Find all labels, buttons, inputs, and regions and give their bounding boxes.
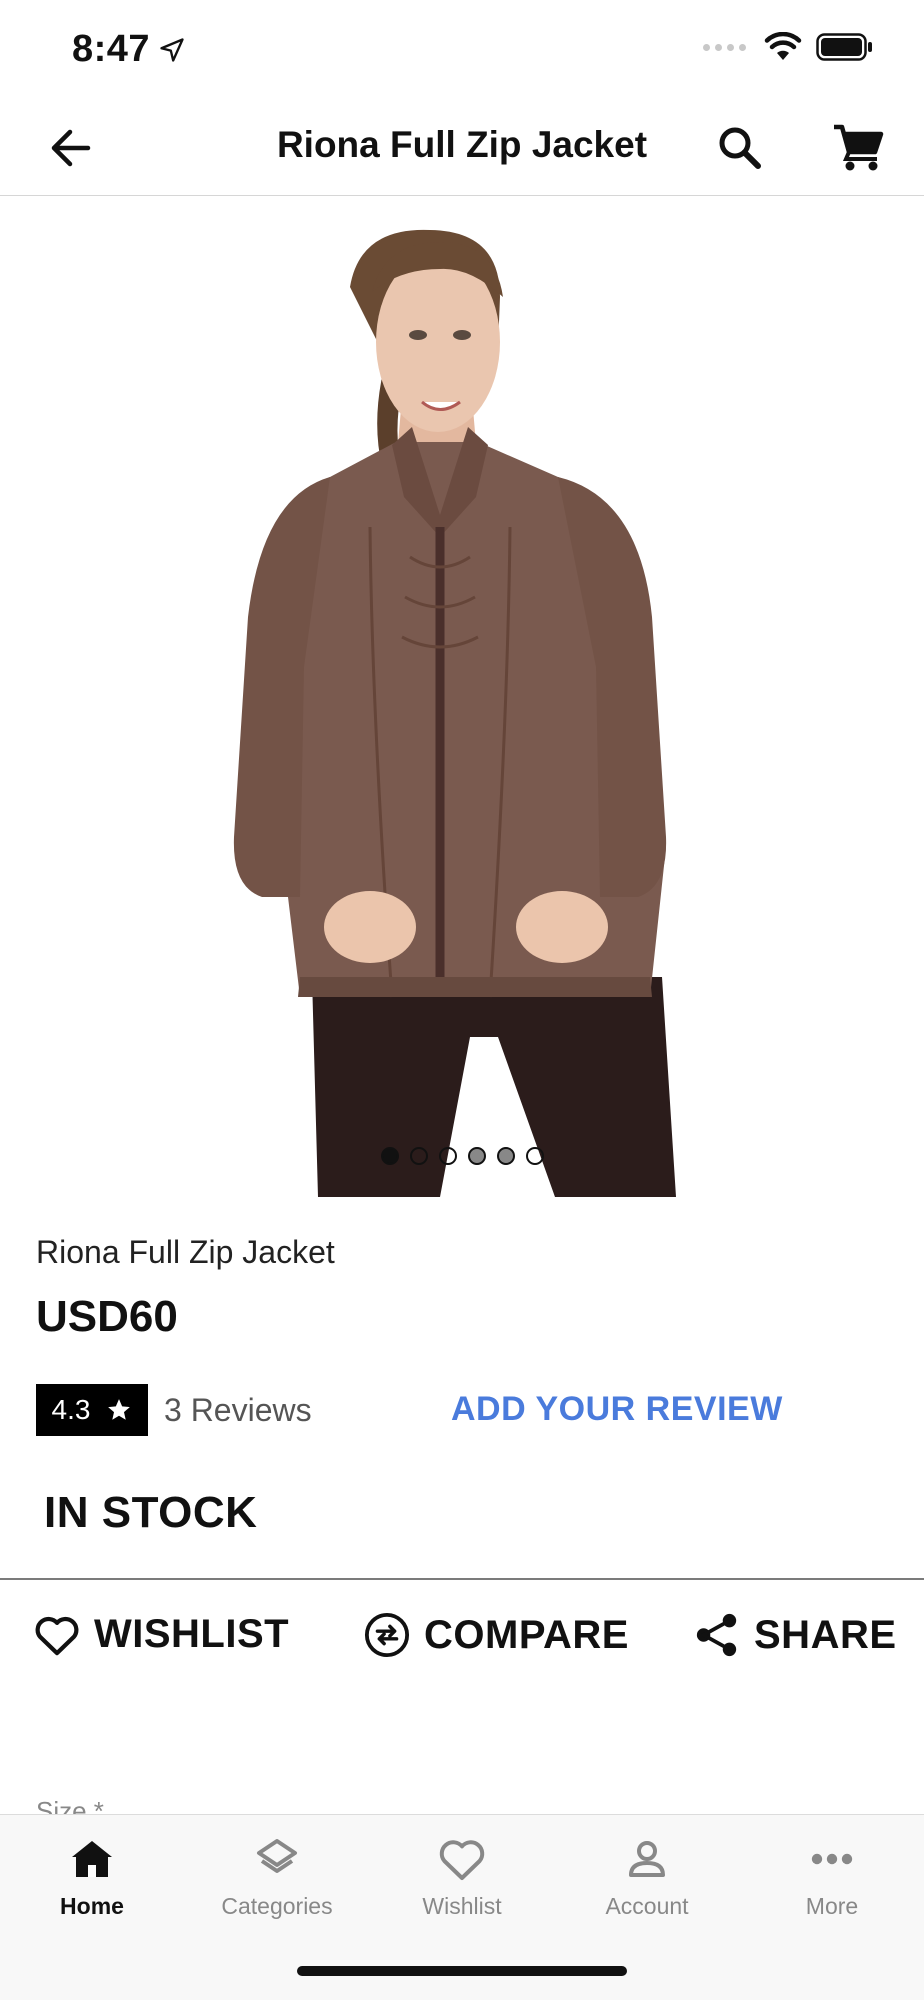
rating-badge: 4.3: [36, 1384, 148, 1436]
tab-categories[interactable]: Categories: [185, 1835, 369, 1920]
tab-account[interactable]: Account: [555, 1835, 739, 1920]
search-icon[interactable]: [716, 124, 764, 172]
add-review-button[interactable]: ADD YOUR REVIEW: [451, 1390, 783, 1429]
share-button[interactable]: SHARE: [694, 1612, 897, 1658]
carousel-dot[interactable]: [496, 1147, 515, 1165]
product-image[interactable]: [0, 197, 924, 1197]
tab-label: Wishlist: [422, 1893, 502, 1919]
share-label: SHARE: [754, 1612, 897, 1657]
battery-icon: [816, 33, 872, 61]
more-dots-icon: [811, 1853, 853, 1865]
tab-home[interactable]: Home: [0, 1835, 184, 1920]
product-actions: WISHLIST COMPARE SHARE: [0, 1612, 924, 1672]
tab-label: Home: [60, 1893, 124, 1919]
heart-icon: [439, 1840, 485, 1880]
carousel-dot[interactable]: [438, 1147, 457, 1165]
status-bar: 8:47: [0, 0, 924, 100]
status-time: 8:47: [72, 28, 151, 70]
home-icon: [72, 1841, 112, 1877]
share-icon: [696, 1613, 737, 1657]
tab-more[interactable]: More: [740, 1835, 924, 1920]
wishlist-button[interactable]: WISHLIST: [34, 1612, 289, 1657]
carousel-dot[interactable]: [467, 1147, 486, 1165]
layers-icon: [257, 1839, 297, 1873]
status-indicators: [703, 32, 874, 62]
cellular-signal-icon: [703, 43, 746, 51]
compare-arrows-icon: [364, 1612, 410, 1658]
page-title: Riona Full Zip Jacket: [276, 124, 648, 165]
stock-status: IN STOCK: [44, 1488, 258, 1537]
tab-label: Account: [605, 1893, 689, 1919]
reviews-count-link[interactable]: 3 Reviews: [164, 1392, 312, 1429]
carousel-dot[interactable]: [380, 1147, 399, 1165]
tab-wishlist[interactable]: Wishlist: [370, 1835, 554, 1920]
carousel-dot[interactable]: [525, 1147, 544, 1165]
compare-label: COMPARE: [424, 1612, 629, 1657]
heart-outline-icon: [35, 1616, 79, 1655]
carousel-dot[interactable]: [409, 1147, 428, 1165]
wifi-icon: [764, 32, 802, 60]
person-icon: [629, 1841, 665, 1877]
compare-button[interactable]: COMPARE: [364, 1612, 629, 1658]
tab-label: More: [805, 1893, 859, 1919]
image-carousel-dots[interactable]: [0, 1147, 924, 1165]
divider: [0, 1578, 924, 1580]
rating-value: 4.3: [51, 1394, 91, 1425]
tab-label: Categories: [221, 1893, 333, 1919]
product-photo: [233, 229, 676, 1197]
home-indicator: [297, 1966, 627, 1976]
cart-icon[interactable]: [832, 122, 884, 172]
product-price: USD60: [36, 1292, 178, 1341]
location-arrow-icon: [160, 38, 184, 62]
product-name: Riona Full Zip Jacket: [36, 1234, 335, 1270]
navigation-bar: Riona Full Zip Jacket: [0, 100, 924, 196]
star-icon: [108, 1399, 131, 1420]
wishlist-label: WISHLIST: [94, 1612, 290, 1656]
